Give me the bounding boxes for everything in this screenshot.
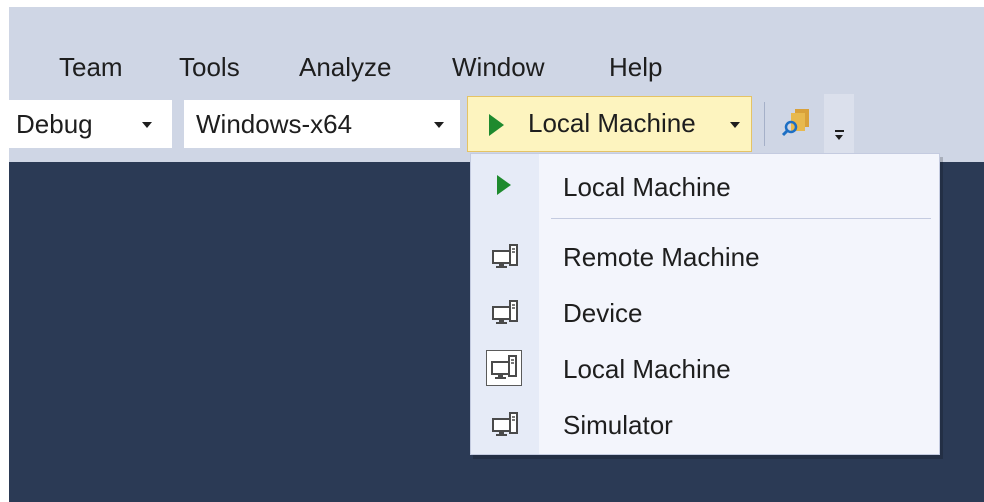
menu-separator	[551, 218, 931, 219]
target-item-device[interactable]: Device	[471, 285, 939, 339]
menu-analyze[interactable]: Analyze	[299, 52, 392, 83]
target-item-remote-machine[interactable]: Remote Machine	[471, 229, 939, 283]
start-debugging-target-button[interactable]: Local Machine	[467, 96, 752, 152]
computer-icon	[492, 244, 518, 268]
computer-icon	[491, 355, 517, 379]
configuration-value: Debug	[16, 109, 93, 139]
menu-window[interactable]: Window	[452, 52, 544, 83]
ide-window: Team Tools Analyze Window Help Debug Win…	[9, 7, 984, 502]
chevron-down-icon	[142, 122, 152, 128]
target-item-label: Local Machine	[563, 354, 731, 384]
menu-help[interactable]: Help	[609, 52, 662, 83]
play-icon	[489, 114, 504, 136]
run-target-label: Local Machine	[528, 108, 696, 138]
target-item-simulator[interactable]: Simulator	[471, 397, 939, 451]
target-item-local-machine-checked[interactable]: Local Machine	[471, 341, 939, 395]
debug-target-dropdown: Local Machine Remote Machine Device Loca…	[470, 153, 940, 455]
toolbar-overflow-button[interactable]	[824, 94, 854, 154]
platform-value: Windows-x64	[196, 109, 353, 139]
menu-tools[interactable]: Tools	[179, 52, 240, 83]
target-item-label: Remote Machine	[563, 242, 760, 272]
toolbar-separator	[764, 102, 765, 146]
target-item-label: Simulator	[563, 410, 673, 440]
computer-icon	[492, 412, 518, 436]
play-icon	[497, 175, 511, 195]
chevron-down-icon	[434, 122, 444, 128]
solution-configuration-combo[interactable]: Debug	[9, 99, 173, 149]
chevron-down-icon	[835, 135, 843, 140]
solution-platform-combo[interactable]: Windows-x64	[183, 99, 461, 149]
menu-team[interactable]: Team	[59, 52, 123, 83]
find-in-files-icon[interactable]	[781, 105, 813, 137]
target-item-label: Device	[563, 298, 643, 328]
checked-item-frame	[486, 350, 522, 386]
chevron-down-icon[interactable]	[730, 122, 740, 128]
target-item-label: Local Machine	[563, 172, 731, 202]
target-item-local-machine[interactable]: Local Machine	[471, 159, 939, 213]
computer-icon	[492, 300, 518, 324]
overflow-bar-icon	[835, 130, 844, 132]
